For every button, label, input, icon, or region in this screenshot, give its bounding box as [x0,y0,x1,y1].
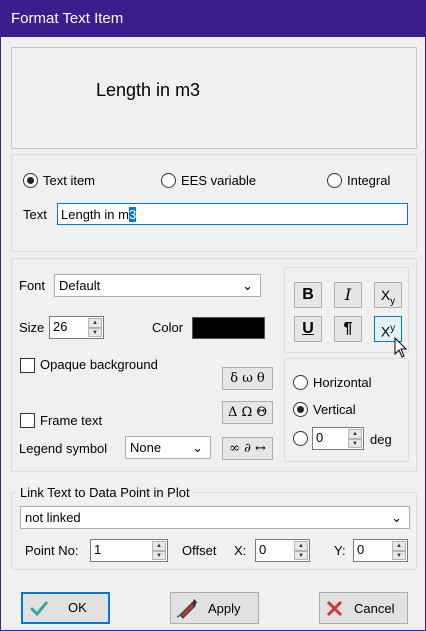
frame-text-checkbox[interactable] [20,413,35,428]
opaque-background-label: Opaque background [40,357,158,372]
chevron-down-icon: ⌄ [192,440,203,455]
x-icon [326,600,343,617]
chevron-down-icon: ⌄ [391,510,402,525]
opaque-background-checkbox[interactable] [20,358,35,373]
color-swatch[interactable] [192,317,265,339]
vertical-label: Vertical [313,402,356,417]
vertical-radio[interactable] [293,402,308,417]
text-input-selection: 3 [128,207,137,222]
bold-button[interactable]: B [294,282,322,308]
spin-down-icon[interactable]: ▼ [294,550,308,560]
text-preview: Length in m3 [11,47,417,149]
point-no-value: 1 [94,542,102,557]
spin-up-icon[interactable]: ▲ [152,541,166,551]
mouse-pointer-icon [394,337,408,358]
spin-down-icon[interactable]: ▼ [88,327,102,337]
spin-up-icon[interactable]: ▲ [392,541,406,551]
spin-up-icon[interactable]: ▲ [88,318,102,328]
ees-variable-radio[interactable] [161,173,176,188]
offset-x-spinner[interactable]: 0 ▲ ▼ [255,539,310,562]
subscript-button[interactable]: Xy [374,282,402,308]
ok-button[interactable]: OK [21,592,110,624]
font-label: Font [19,278,46,293]
font-dropdown[interactable]: Default ⌄ [54,274,261,297]
spin-up-icon[interactable]: ▲ [294,541,308,551]
link-value: not linked [25,510,81,525]
text-item-radio[interactable] [23,173,38,188]
spin-down-icon[interactable]: ▼ [152,550,166,560]
legend-symbol-label: Legend symbol [19,441,108,456]
text-field-label: Text [23,207,47,222]
offset-label: Offset [182,543,217,558]
angle-radio[interactable] [293,431,308,446]
offset-y-label: Y: [334,543,346,558]
lower-greek-button[interactable]: δ ω θ [222,367,273,390]
color-label: Color [152,320,184,335]
apply-button[interactable]: Apply [170,592,259,624]
pen-icon [176,599,197,619]
title-bar: Format Text Item [1,1,425,37]
offset-y-value: 0 [357,542,365,557]
format-text-item-dialog: Format Text Item Length in m3 Text item … [0,0,426,631]
size-spinner[interactable]: 26 ▲ ▼ [49,316,104,339]
size-label: Size [19,320,45,335]
spin-down-icon[interactable]: ▼ [392,550,406,560]
ees-variable-label: EES variable [181,173,257,188]
window-title: Format Text Item [11,10,124,27]
ok-label: OK [68,600,87,615]
upper-greek-button[interactable]: Δ Ω Θ [222,401,273,424]
math-symbols-button[interactable]: ∞ ∂ ↔ [222,437,273,460]
cancel-button[interactable]: Cancel [319,592,408,624]
apply-label: Apply [208,601,241,616]
point-no-label: Point No: [25,543,79,558]
legend-symbol-dropdown[interactable]: None ⌄ [125,436,211,459]
spin-up-icon[interactable]: ▲ [348,429,362,439]
text-input[interactable]: Length in m3 [57,203,408,225]
integral-label: Integral [347,173,391,188]
preview-text: Length in m3 [96,80,201,100]
offset-x-value: 0 [259,542,267,557]
legend-symbol-value: None [130,440,162,455]
font-value: Default [59,278,101,293]
size-value: 26 [53,319,68,334]
deg-label: deg [370,432,392,447]
angle-spinner[interactable]: 0 ▲ ▼ [312,427,364,450]
paragraph-button[interactable]: ¶ [334,316,362,342]
text-item-label: Text item [43,173,96,188]
chevron-down-icon: ⌄ [242,278,253,293]
checkmark-icon [29,601,49,617]
angle-value: 0 [316,430,324,445]
italic-button[interactable]: I [334,282,362,308]
offset-x-label: X: [234,543,247,558]
frame-text-label: Frame text [40,413,103,428]
link-dropdown[interactable]: not linked ⌄ [20,506,410,529]
cancel-label: Cancel [354,601,395,616]
offset-y-spinner[interactable]: 0 ▲ ▼ [353,539,408,562]
horizontal-label: Horizontal [313,375,372,390]
integral-radio[interactable] [327,173,342,188]
point-no-spinner[interactable]: 1 ▲ ▼ [90,539,168,562]
spin-down-icon[interactable]: ▼ [348,438,362,448]
text-input-value: Length in m [61,207,129,222]
underline-button[interactable]: U [294,316,322,342]
link-group-label: Link Text to Data Point in Plot [18,485,192,500]
horizontal-radio[interactable] [293,375,308,390]
